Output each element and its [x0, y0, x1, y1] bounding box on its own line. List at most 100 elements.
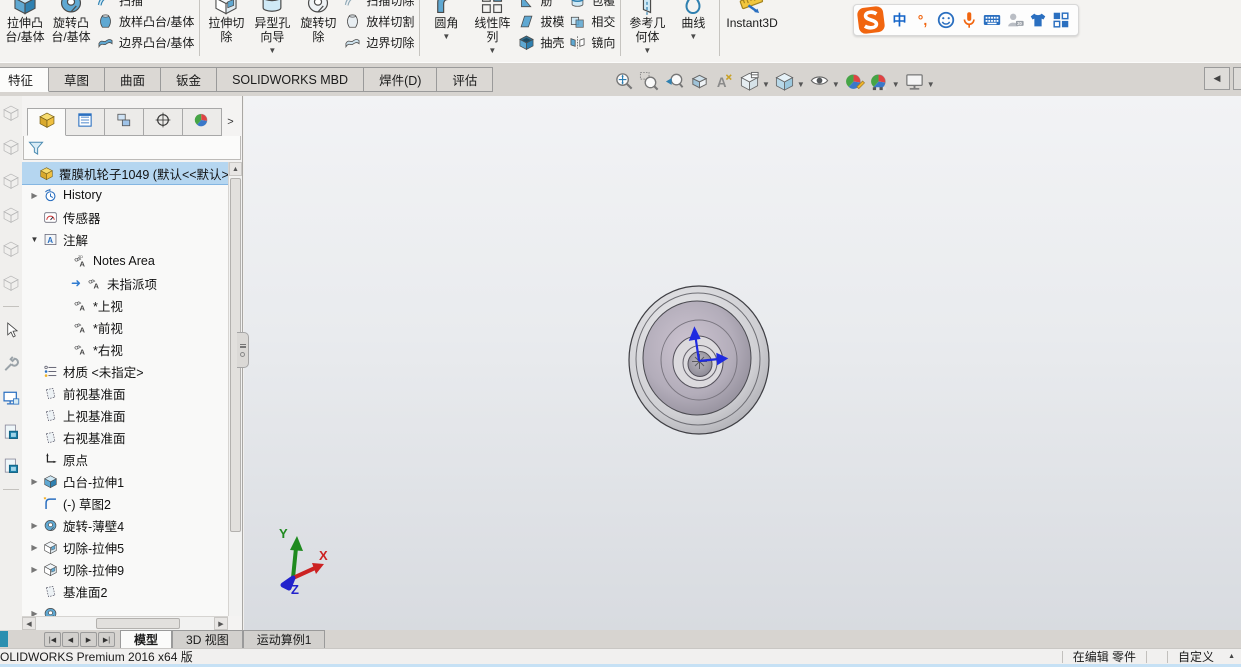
tree-item[interactable]: * (-) 草图2 [22, 492, 228, 514]
tree-filter-row[interactable] [23, 136, 241, 160]
wrench-icon[interactable] [1, 354, 21, 374]
shell-button[interactable]: 抽壳 [517, 32, 564, 53]
ghost-cube-icon[interactable] [1, 103, 21, 123]
tree-item[interactable]: ▶ [22, 602, 228, 616]
dropdown-arrow-icon[interactable]: ▼ [832, 80, 840, 89]
punctuation-icon[interactable]: °, [911, 8, 934, 32]
loft-boss-button[interactable]: 放样凸台/基体 [96, 11, 194, 32]
revolve-cut-button[interactable]: 旋转切除 [295, 0, 341, 44]
graphics-area[interactable]: Y X Z [244, 96, 1241, 630]
configuration-tab[interactable] [105, 108, 144, 136]
expand-right-icon[interactable]: ▶ [28, 191, 41, 200]
horizontal-scroll-thumb[interactable] [96, 618, 180, 629]
expand-right-icon[interactable]: ▶ [28, 521, 41, 530]
monitor-small-icon[interactable] [1, 388, 21, 408]
dropdown-arrow-icon[interactable]: ▼ [689, 32, 697, 41]
appearance-tab[interactable] [183, 108, 222, 136]
expand-right-icon[interactable]: ▶ [28, 565, 41, 574]
panel-tab-overflow[interactable]: > [222, 108, 239, 136]
chinese-mode-icon[interactable]: 中 [888, 8, 911, 32]
taskpane-button-2[interactable] [1233, 67, 1241, 90]
keyboard-icon[interactable] [980, 8, 1003, 32]
tab-特征[interactable]: 特征 [0, 67, 50, 92]
sogou-logo-icon[interactable] [856, 5, 886, 35]
prev-tab-button[interactable]: ◀ [62, 632, 79, 647]
extrude-boss-button[interactable]: 拉伸凸 台/基体 [2, 0, 48, 44]
view-settings-button[interactable]: ▼ [902, 70, 937, 98]
dropdown-arrow-icon[interactable]: ▼ [268, 46, 276, 55]
custom-expand-icon[interactable]: ▲ [1228, 653, 1235, 660]
tree-item[interactable]: 基准面2 [22, 580, 228, 602]
extrude-cut-button[interactable]: 拉伸切除 [203, 0, 249, 44]
tree-item[interactable]: 材质 <未指定> [22, 360, 228, 382]
tree-item[interactable]: A *右视 [22, 338, 228, 360]
expand-down-icon[interactable]: ▼ [28, 235, 41, 244]
rib-button[interactable]: 筋 [517, 0, 564, 11]
view-orientation-button[interactable]: ▼ [737, 70, 772, 98]
expand-right-icon[interactable]: ▶ [28, 609, 41, 617]
draft-button[interactable]: 拔模 [517, 11, 564, 32]
tree-item[interactable]: A 2D Notes Area [22, 250, 228, 272]
tab-钣金[interactable]: 钣金 [161, 67, 218, 92]
tree-item[interactable]: 传感器 [22, 206, 228, 228]
instant3d-button[interactable]: Instant3D [723, 0, 780, 30]
tree-item[interactable]: A *上视 [22, 294, 228, 316]
intersect-button[interactable]: 相交 [568, 11, 615, 32]
first-tab-button[interactable]: |◀ [44, 632, 61, 647]
boundary-boss-button[interactable]: 边界凸台/基体 [96, 32, 194, 53]
next-tab-button[interactable]: ▶ [80, 632, 97, 647]
ghost-cube-icon[interactable] [1, 171, 21, 191]
tree-item[interactable]: ▶ 切除-拉伸5 [22, 536, 228, 558]
doc-teal-icon[interactable] [1, 456, 21, 476]
scroll-right-icon[interactable]: ▶ [214, 617, 228, 630]
hole-wizard-button[interactable]: 异型孔 向导 ▼ [249, 0, 295, 55]
ghost-cube-icon[interactable] [1, 239, 21, 259]
doc-tab-运动算例1[interactable]: 运动算例1 [242, 630, 326, 648]
curve-button[interactable]: 曲线 ▼ [670, 0, 716, 41]
fillet-button[interactable]: 圆角 ▼ [423, 0, 469, 41]
doc-tab-模型[interactable]: 模型 [120, 630, 173, 648]
linear-pattern-button[interactable]: 线性阵列 ▼ [469, 0, 515, 55]
tree-item[interactable]: ▼ A 注解 [22, 228, 228, 250]
dimxpert-tab[interactable] [144, 108, 183, 136]
emoji-icon[interactable] [934, 8, 957, 32]
revolve-boss-button[interactable]: 旋转凸 台/基体 [48, 0, 94, 44]
tree-horizontal-scrollbar[interactable]: ◀ ▶ [22, 616, 228, 630]
tree-item[interactable]: ▶ 凸台-拉伸1 [22, 470, 228, 492]
tree-item[interactable]: 上视基准面 [22, 404, 228, 426]
mirror-button[interactable]: 镜向 [568, 32, 615, 53]
tree-item[interactable]: ➜ A 未指派项 [22, 272, 228, 294]
dropdown-arrow-icon[interactable]: ▼ [797, 80, 805, 89]
scroll-up-icon[interactable]: ▲ [229, 162, 242, 176]
wheel-model[interactable] [626, 283, 776, 441]
section-view-button[interactable] [687, 70, 712, 98]
apply-scene-button[interactable]: ▼ [867, 70, 902, 98]
tab-评估[interactable]: 评估 [437, 67, 494, 92]
featuremanager-tab[interactable] [27, 108, 66, 136]
toolbox-icon[interactable] [1049, 8, 1072, 32]
doc-teal-icon[interactable] [1, 422, 21, 442]
dropdown-arrow-icon[interactable]: ▼ [442, 32, 450, 41]
ref-geometry-button[interactable]: 参考几 何体 ▼ [624, 0, 670, 55]
wrap-button[interactable]: 包覆 [568, 0, 615, 11]
collapse-taskpane-button[interactable]: ◀ [1204, 67, 1230, 90]
tree-vertical-scrollbar[interactable]: ▲ [228, 162, 242, 616]
expand-right-icon[interactable]: ▶ [28, 477, 41, 486]
panel-splitter-handle[interactable] [237, 332, 249, 368]
zoom-area-button[interactable] [637, 70, 662, 98]
dropdown-arrow-icon[interactable]: ▼ [488, 46, 496, 55]
mic-icon[interactable] [957, 8, 980, 32]
display-style-button[interactable]: ▼ [772, 70, 807, 98]
ghost-cube-icon[interactable] [1, 205, 21, 225]
expand-right-icon[interactable]: ▶ [28, 543, 41, 552]
tab-SOLIDWORKS MBD[interactable]: SOLIDWORKS MBD [217, 67, 365, 92]
dropdown-arrow-icon[interactable]: ▼ [643, 46, 651, 55]
status-custom-button[interactable]: 自定义 [1178, 648, 1214, 665]
doc-tab-3D 视图[interactable]: 3D 视图 [172, 630, 243, 648]
previous-view-button[interactable] [662, 70, 687, 98]
wardrobe-icon[interactable] [1026, 8, 1049, 32]
boundary-cut-button[interactable]: 边界切除 [343, 32, 414, 53]
tab-草图[interactable]: 草图 [49, 67, 106, 92]
last-tab-button[interactable]: ▶| [98, 632, 115, 647]
tree-item[interactable]: 右视基准面 [22, 426, 228, 448]
